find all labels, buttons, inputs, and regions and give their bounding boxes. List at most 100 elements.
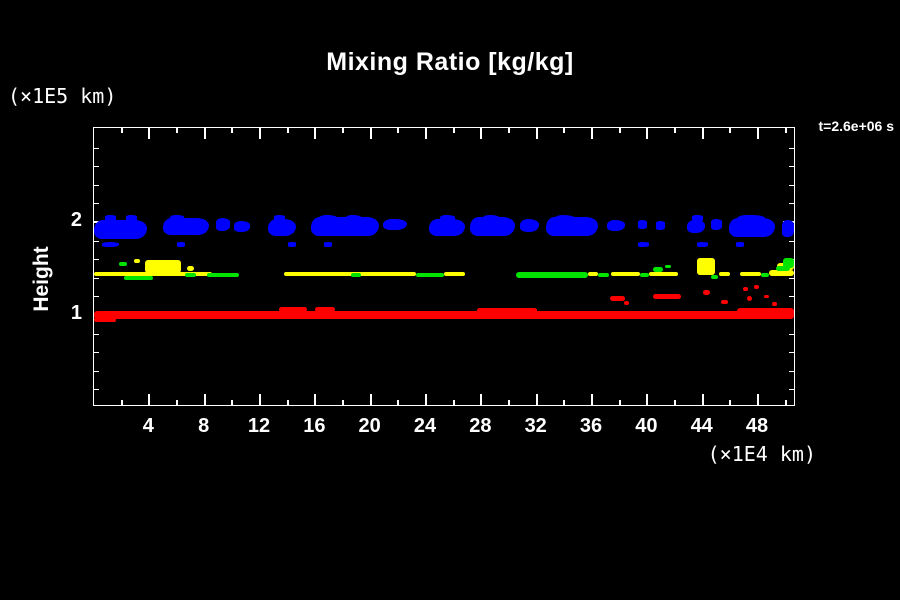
- lower-layer-red-blob: [279, 307, 307, 312]
- upper-cloud-layer-blob: [94, 220, 147, 239]
- axis-tick: [259, 128, 261, 139]
- mid-layer-green-blob: [416, 273, 444, 278]
- axis-tick: [646, 128, 648, 139]
- axis-tick: [231, 400, 233, 405]
- time-annotation: t=2.6e+06 s: [818, 118, 894, 134]
- upper-cloud-layer-blob: [520, 219, 539, 232]
- plot-area: [93, 127, 795, 406]
- mid-layer-yellow-blob: [588, 272, 598, 277]
- axis-tick: [563, 128, 565, 133]
- axis-tick: [789, 296, 794, 297]
- mid-layer-green-blob: [119, 262, 127, 267]
- mid-layer-green-blob: [711, 275, 718, 280]
- axis-tick: [94, 334, 99, 335]
- axis-tick: [785, 400, 787, 405]
- lower-layer-red-blob: [764, 295, 770, 299]
- upper-cloud-layer-blob: [697, 242, 708, 247]
- axis-tick: [508, 400, 510, 405]
- mid-layer-green-blob: [207, 273, 239, 278]
- axis-tick: [729, 400, 731, 405]
- axis-tick: [789, 352, 794, 353]
- axis-tick: [370, 128, 372, 139]
- axis-tick: [789, 185, 794, 186]
- upper-cloud-layer-blob: [324, 242, 332, 247]
- x-tick-label: 32: [514, 415, 558, 438]
- axis-tick: [789, 371, 794, 372]
- axis-tick: [425, 128, 427, 139]
- axis-tick: [176, 128, 178, 133]
- axis-tick: [702, 394, 704, 405]
- upper-cloud-layer-blob: [383, 219, 407, 230]
- lower-layer-red-blob: [703, 290, 710, 295]
- axis-tick: [397, 400, 399, 405]
- axis-tick: [121, 400, 123, 405]
- lower-layer-red-blob: [315, 307, 334, 312]
- axis-tick: [536, 394, 538, 405]
- axis-tick: [789, 278, 794, 279]
- y-axis-unit-label: (×1E5 km): [8, 84, 116, 108]
- upper-cloud-layer-blob: [216, 218, 230, 231]
- axis-tick: [789, 148, 794, 149]
- x-tick-label: 40: [624, 415, 668, 438]
- axis-tick: [94, 371, 99, 372]
- upper-cloud-layer-blob: [638, 242, 649, 247]
- upper-cloud-layer-blob: [170, 215, 184, 222]
- mid-layer-yellow-blob: [649, 272, 678, 277]
- mid-layer-green-blob: [640, 273, 648, 278]
- axis-tick: [94, 203, 99, 204]
- mid-layer-yellow-blob: [284, 272, 417, 277]
- upper-cloud-layer-blob: [687, 220, 705, 233]
- axis-tick: [757, 128, 759, 139]
- axis-tick: [259, 394, 261, 405]
- upper-cloud-layer-blob: [177, 242, 185, 247]
- axis-tick: [287, 128, 289, 133]
- upper-cloud-layer-blob: [105, 215, 116, 222]
- upper-cloud-layer-blob: [346, 215, 361, 222]
- upper-cloud-layer-blob: [736, 242, 744, 247]
- axis-tick: [94, 352, 99, 353]
- lower-layer-red-blob: [747, 296, 753, 301]
- axis-tick: [425, 394, 427, 405]
- upper-cloud-layer-blob: [268, 219, 296, 236]
- upper-cloud-layer-blob: [555, 215, 574, 222]
- axis-tick: [148, 128, 150, 139]
- mid-layer-green-blob: [516, 272, 588, 278]
- x-tick-label: 20: [348, 415, 392, 438]
- x-axis-unit-label: (×1E4 km): [616, 442, 816, 466]
- plot-window: Mixing Ratio [kg/kg] (×1E5 km) t=2.6e+06…: [0, 0, 900, 600]
- axis-tick: [176, 400, 178, 405]
- mid-layer-yellow-blob: [611, 272, 640, 277]
- axis-tick: [370, 394, 372, 405]
- axis-tick: [397, 128, 399, 133]
- axis-tick: [674, 128, 676, 133]
- x-tick-label: 44: [680, 415, 724, 438]
- mid-layer-green-blob: [351, 273, 361, 278]
- axis-tick: [789, 334, 794, 335]
- x-tick-label: 4: [126, 415, 170, 438]
- axis-tick: [148, 394, 150, 405]
- lower-layer-red-blob: [743, 287, 749, 292]
- axis-tick: [94, 259, 99, 260]
- axis-tick: [94, 148, 99, 149]
- upper-cloud-layer-blob: [440, 215, 455, 222]
- lower-layer-red-blob: [477, 308, 536, 313]
- axis-tick: [619, 128, 621, 133]
- axis-tick: [646, 394, 648, 405]
- mid-layer-green-blob: [761, 273, 769, 278]
- axis-tick: [702, 128, 704, 139]
- axis-tick: [674, 400, 676, 405]
- axis-tick: [789, 241, 794, 242]
- upper-cloud-layer-blob: [483, 215, 500, 222]
- upper-cloud-layer-blob: [638, 220, 648, 229]
- upper-cloud-layer-blob: [429, 219, 465, 236]
- upper-cloud-layer-blob: [711, 219, 722, 230]
- mid-layer-yellow-blob: [769, 270, 794, 276]
- lower-layer-red-blob: [94, 318, 116, 322]
- upper-cloud-layer-blob: [656, 221, 666, 230]
- axis-tick: [94, 166, 99, 167]
- mid-layer-yellow-blob: [145, 260, 181, 273]
- mid-layer-green-blob: [783, 258, 794, 267]
- mid-layer-green-blob: [185, 273, 196, 278]
- x-tick-label: 28: [458, 415, 502, 438]
- axis-tick: [591, 394, 593, 405]
